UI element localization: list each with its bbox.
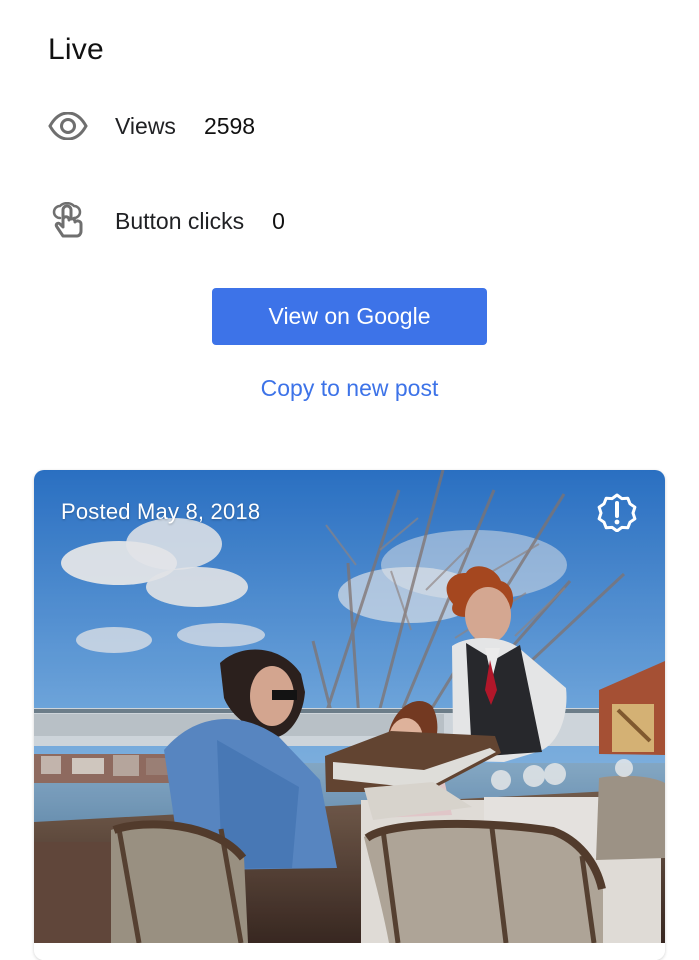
views-label: Views (115, 112, 176, 139)
alert-badge-icon[interactable] (597, 492, 637, 533)
views-metric-row: Views 2598 (48, 102, 255, 150)
touch-icon (48, 201, 88, 241)
post-date: Posted May 8, 2018 (61, 499, 261, 524)
button-clicks-value: 0 (272, 207, 285, 234)
views-value: 2598 (203, 112, 256, 139)
post-details-screen: Live Views 2598 Button clicks 0 View on … (0, 0, 699, 960)
copy-to-new-post-button[interactable]: Copy to new post (212, 370, 487, 406)
live-status-title: Live (48, 33, 104, 66)
restaurant-photo (34, 470, 665, 943)
button-clicks-metric-row: Button clicks 0 (48, 197, 285, 245)
view-on-google-button[interactable]: View on Google (212, 288, 487, 345)
eye-icon (48, 106, 88, 146)
button-clicks-label: Button clicks (115, 207, 245, 234)
post-card-footer (34, 943, 665, 960)
post-card[interactable]: Posted May 8, 2018 (34, 470, 665, 960)
